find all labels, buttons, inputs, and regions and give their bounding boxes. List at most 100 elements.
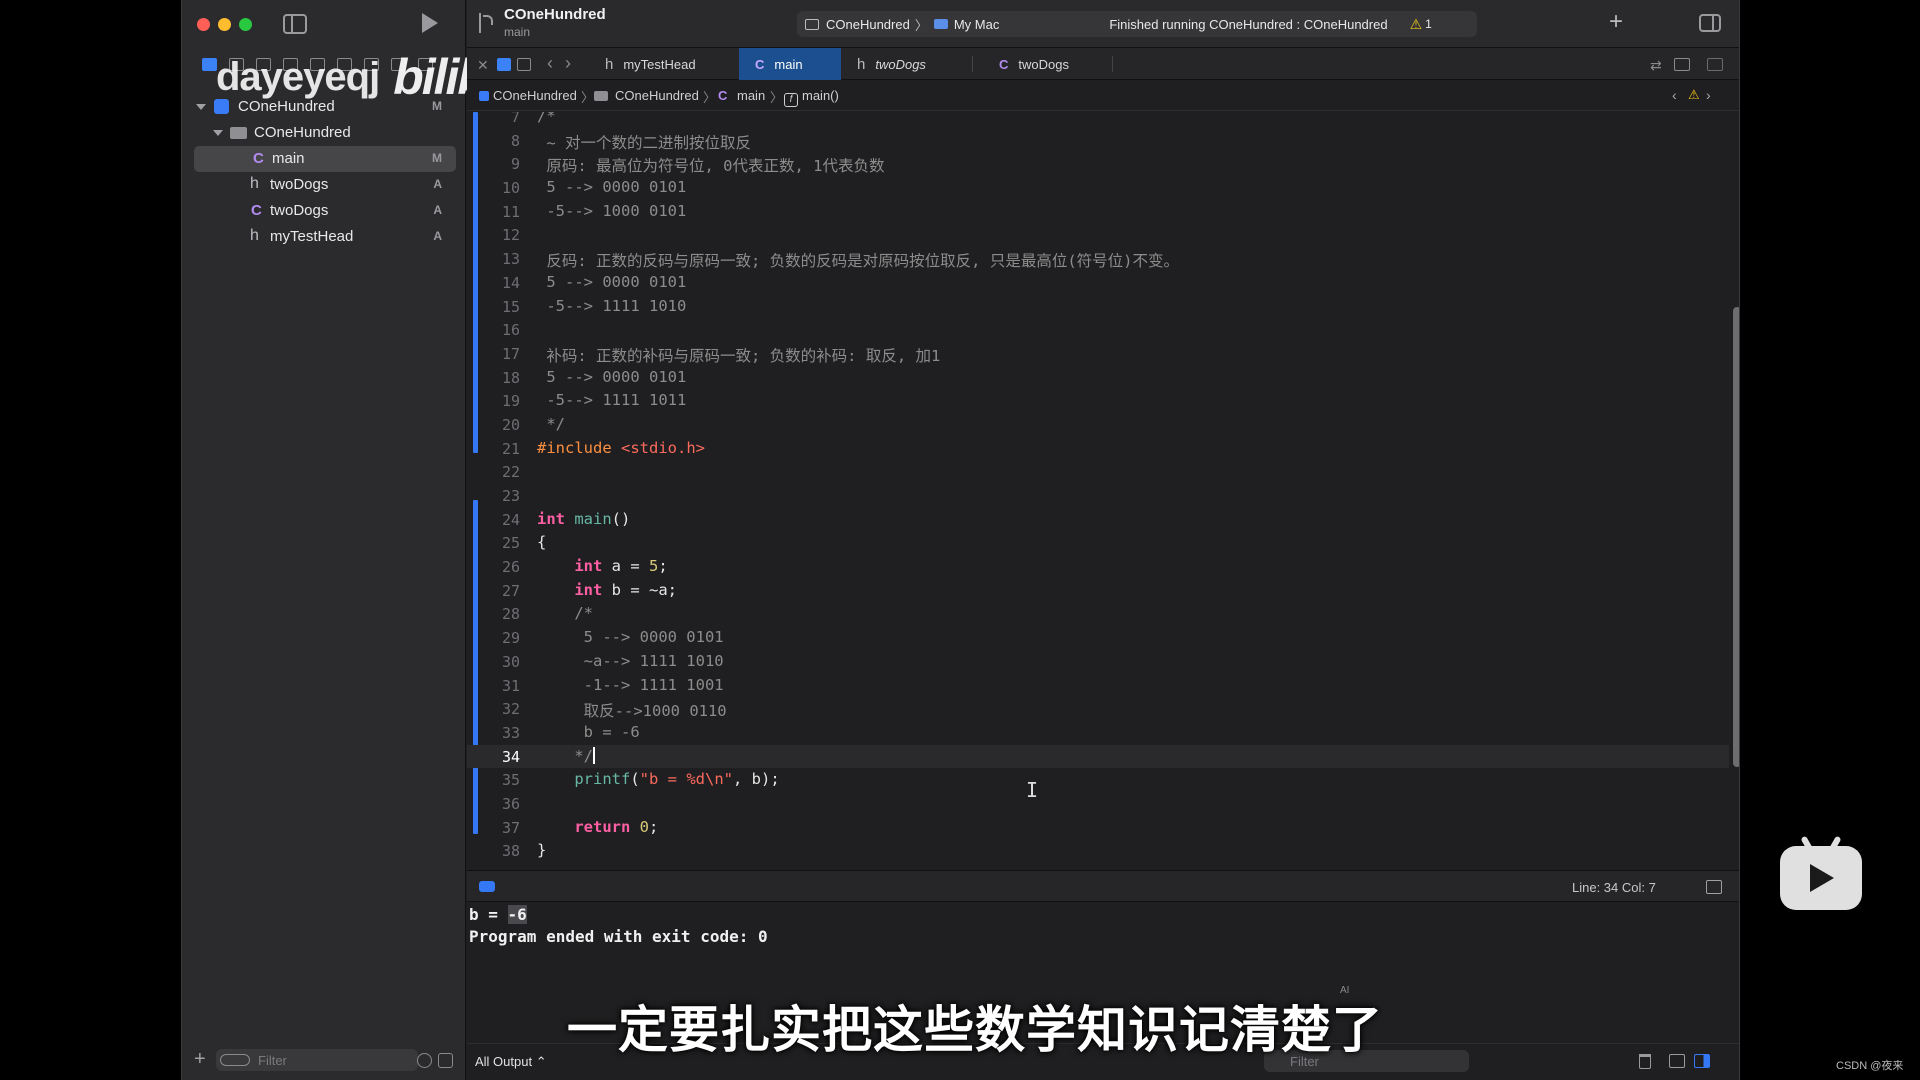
line-number[interactable]: 20 <box>467 416 520 434</box>
code-line[interactable]: 13 反码: 正数的反码与原码一致; 负数的反码是对原码按位取反, 只是最高位(… <box>467 247 1729 271</box>
line-number[interactable]: 37 <box>467 819 520 837</box>
code-line[interactable]: 23 <box>467 484 1729 508</box>
code-line[interactable]: 14 5 --> 0000 0101 <box>467 271 1729 295</box>
source-editor[interactable]: 7/* 8 ~ 对一个数的二进制按位取反 9 原码: 最高位为符号位, 0代表正数,… <box>467 112 1739 870</box>
next-issue-icon[interactable]: › <box>1706 87 1711 103</box>
line-number[interactable]: 22 <box>467 463 520 481</box>
tree-item-main-c[interactable]: C main M <box>194 146 456 172</box>
code-line[interactable]: 33 b = -6 <box>467 721 1729 745</box>
code-review-icon[interactable]: ⇄ <box>1650 57 1662 74</box>
code-line[interactable]: 18 5 --> 0000 0101 <box>467 366 1729 390</box>
code-line[interactable]: 32 取反-->1000 0110 <box>467 697 1729 721</box>
line-number[interactable]: 21 <box>467 440 520 458</box>
code-line[interactable]: 38} <box>467 839 1729 863</box>
code-line[interactable]: 36 <box>467 792 1729 816</box>
line-number[interactable]: 10 <box>467 179 520 197</box>
tree-item-twodogs-h[interactable]: h twoDogs A <box>182 172 466 198</box>
line-number[interactable]: 27 <box>467 582 520 600</box>
code-line[interactable]: 22 <box>467 460 1729 484</box>
code-line[interactable]: 20 */ <box>467 413 1729 437</box>
line-number[interactable]: 17 <box>467 345 520 363</box>
code-line[interactable]: 10 5 --> 0000 0101 <box>467 176 1729 200</box>
run-destination-selector[interactable]: My Mac <box>954 17 1000 32</box>
window-close-button[interactable] <box>197 18 210 31</box>
toggle-inspector-icon[interactable] <box>1699 14 1721 32</box>
close-editor-icon[interactable]: ✕ <box>477 57 489 74</box>
adjust-editor-options-icon[interactable] <box>1674 58 1690 71</box>
line-number[interactable]: 26 <box>467 558 520 576</box>
jumpbar-folder[interactable]: COneHundred <box>615 88 699 103</box>
project-navigator-icon[interactable] <box>202 57 217 71</box>
line-number[interactable]: 15 <box>467 298 520 316</box>
line-number[interactable]: 16 <box>467 321 520 339</box>
code-line[interactable]: 16 <box>467 318 1729 342</box>
tab-twodogs-h[interactable]: h twoDogs <box>841 48 942 80</box>
line-number[interactable]: 12 <box>467 226 520 244</box>
line-number[interactable]: 24 <box>467 511 520 529</box>
line-number[interactable]: 13 <box>467 250 520 268</box>
code-line[interactable]: 37 return 0; <box>467 816 1729 840</box>
toggle-navigator-icon[interactable] <box>283 14 307 34</box>
code-line[interactable]: 31 -1--> 1111 1001 <box>467 674 1729 698</box>
tree-item-mytesthead-h[interactable]: h myTestHead A <box>182 224 466 250</box>
line-number[interactable]: 14 <box>467 274 520 292</box>
code-line[interactable]: 28 /* <box>467 602 1729 626</box>
code-line[interactable]: 26 int a = 5; <box>467 555 1729 579</box>
branch-name[interactable]: main <box>504 25 530 39</box>
code-line[interactable]: 30 ~a--> 1111 1010 <box>467 650 1729 674</box>
tree-item-folder[interactable]: COneHundred <box>182 120 466 146</box>
code-line[interactable]: 11 -5--> 1000 0101 <box>467 200 1729 224</box>
jumpbar-file[interactable]: main <box>737 88 765 103</box>
window-zoom-button[interactable] <box>239 18 252 31</box>
split-editor-icon[interactable] <box>1707 58 1723 71</box>
toggle-debug-area-icon[interactable] <box>479 881 495 892</box>
window-minimize-button[interactable] <box>218 18 231 31</box>
line-number[interactable]: 31 <box>467 677 520 695</box>
tab-twodogs-c[interactable]: C twoDogs <box>983 48 1085 80</box>
code-line[interactable]: 24 int main() <box>467 508 1729 532</box>
line-number[interactable]: 28 <box>467 605 520 623</box>
line-number[interactable]: 33 <box>467 724 520 742</box>
line-number[interactable]: 11 <box>467 203 520 221</box>
line-number[interactable]: 36 <box>467 795 520 813</box>
line-number[interactable]: 34 <box>467 748 520 766</box>
code-line[interactable]: 9 原码: 最高位为符号位, 0代表正数, 1代表负数 <box>467 152 1729 176</box>
line-number[interactable]: 23 <box>467 487 520 505</box>
line-number[interactable]: 8 <box>467 132 520 150</box>
navigate-back-icon[interactable]: ‹ <box>547 53 553 74</box>
code-line[interactable]: 19 -5--> 1111 1011 <box>467 389 1729 413</box>
code-line[interactable]: 15 -5--> 1111 1010 <box>467 295 1729 319</box>
disclosure-chevron-icon[interactable] <box>196 104 206 110</box>
scheme-selector[interactable]: COneHundred <box>826 17 910 32</box>
jumpbar-project[interactable]: COneHundred <box>493 88 577 103</box>
code-line[interactable]: 27 int b = ~a; <box>467 579 1729 603</box>
tab-main[interactable]: C main <box>739 48 841 80</box>
line-number[interactable]: 25 <box>467 534 520 552</box>
code-line[interactable]: 35 printf("b = %d\n", b); <box>467 768 1729 792</box>
line-number[interactable]: 38 <box>467 842 520 860</box>
run-button[interactable] <box>422 13 438 33</box>
navigate-forward-icon[interactable]: › <box>565 53 571 74</box>
code-line[interactable]: 34 */ <box>467 744 1729 769</box>
line-number[interactable]: 35 <box>467 771 520 789</box>
code-line[interactable]: 25 { <box>467 531 1729 555</box>
line-number[interactable]: 29 <box>467 629 520 647</box>
line-number[interactable]: 32 <box>467 700 520 718</box>
jumpbar-function[interactable]: f main() <box>784 88 839 107</box>
code-line[interactable]: 7 /* <box>467 112 1729 129</box>
related-items-icon[interactable] <box>517 58 531 71</box>
disclosure-chevron-icon[interactable] <box>213 130 223 136</box>
code-line[interactable]: 29 5 --> 0000 0101 <box>467 626 1729 650</box>
code-line[interactable]: 8 ~ 对一个数的二进制按位取反 <box>467 129 1729 153</box>
previous-issue-icon[interactable]: ‹ <box>1672 87 1677 103</box>
line-number[interactable]: 30 <box>467 653 520 671</box>
editor-scrollbar[interactable] <box>1733 307 1739 767</box>
library-add-button[interactable]: + <box>1609 10 1623 34</box>
line-number[interactable]: 19 <box>467 392 520 410</box>
warning-icon[interactable]: ⚠ <box>1688 87 1700 103</box>
code-line[interactable]: 12 <box>467 223 1729 247</box>
tree-item-project[interactable]: COneHundred M <box>182 94 466 120</box>
editor-options-icon[interactable] <box>497 58 511 71</box>
line-number[interactable]: 18 <box>467 369 520 387</box>
warning-icon[interactable]: ⚠ <box>1410 16 1423 33</box>
